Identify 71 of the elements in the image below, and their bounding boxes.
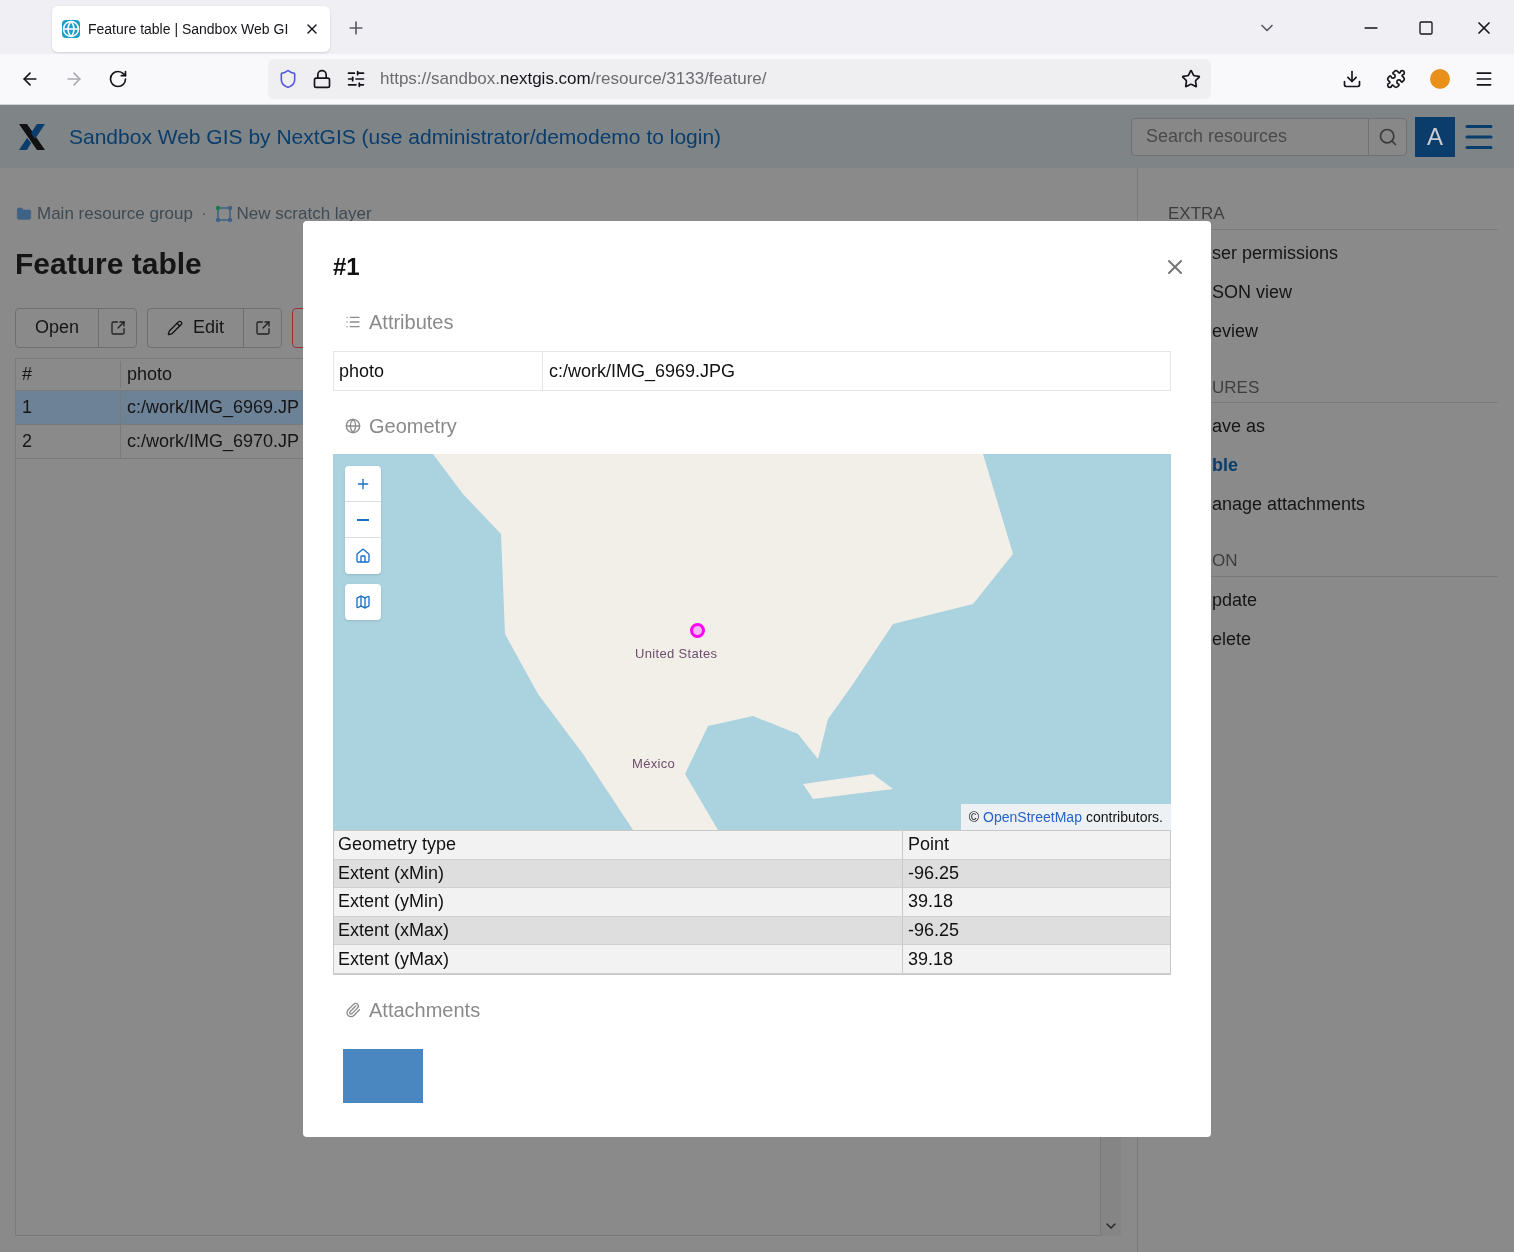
attribution-link[interactable]: OpenStreetMap: [983, 806, 1082, 828]
geometry-value: -96.25: [907, 919, 961, 943]
tab-title: Feature table | Sandbox Web GI: [88, 19, 290, 39]
geometry-property: Geometry type: [334, 831, 903, 859]
section-heading: ON: [1212, 551, 1238, 570]
map-label: México: [632, 755, 676, 773]
geometry-value: 39.18: [907, 890, 955, 914]
map-icon: [355, 594, 371, 610]
download-icon[interactable]: [1342, 69, 1362, 89]
column-header[interactable]: #: [16, 360, 121, 388]
globe-icon: [345, 418, 361, 434]
globe-icon: [62, 20, 80, 38]
list-icon: [345, 314, 361, 330]
paperclip-icon: [345, 1001, 361, 1018]
geometry-property: Extent (yMax): [334, 945, 903, 973]
url-text: https://sandbox.nextgis.com/resource/3133/feature/: [380, 68, 768, 91]
geometry-property: Extent (xMax): [334, 916, 903, 945]
geometry-property: Extent (yMin): [334, 888, 903, 916]
geometry-value: Point: [907, 833, 951, 857]
section-heading: Attachments: [369, 997, 481, 1023]
bookmark-star-icon[interactable]: [1181, 69, 1201, 89]
sidebar-link[interactable]: ave as: [1212, 413, 1498, 440]
map-label: United States: [635, 645, 718, 663]
sidebar-link[interactable]: ser permissions: [1212, 239, 1498, 267]
breadcrumb-separator: ·: [200, 203, 207, 225]
menu-icon[interactable]: [1474, 69, 1494, 89]
search-icon[interactable]: [1377, 126, 1398, 147]
section-heading: URES: [1212, 377, 1260, 397]
logo-icon: [17, 121, 47, 152]
dialog-title: #1: [333, 252, 360, 282]
reload-icon[interactable]: [108, 69, 128, 89]
geometry-property: Extent (xMin): [334, 859, 903, 888]
breadcrumb-link[interactable]: Main resource group: [37, 201, 193, 227]
section-heading: Geometry: [369, 414, 457, 439]
extensions-icon[interactable]: [1386, 69, 1406, 89]
external-link-icon: [254, 319, 271, 336]
geometry-value: 39.18: [907, 947, 955, 971]
app-title[interactable]: Sandbox Web GIS by NextGIS (use administrator/demodemo to login): [69, 120, 1131, 153]
sidebar-link[interactable]: ble: [1212, 452, 1498, 479]
browser-tab[interactable]: Feature table | Sandbox Web GI: [52, 6, 330, 52]
address-bar[interactable]: https://sandbox.nextgis.com/resource/3133/feature/: [268, 59, 1211, 99]
sidebar-link[interactable]: SON view: [1212, 278, 1498, 306]
sidebar-link[interactable]: eview: [1212, 317, 1498, 345]
attribute-name: photo: [334, 352, 543, 390]
extension-icon[interactable]: [1430, 69, 1450, 89]
lock-icon[interactable]: [312, 69, 332, 89]
sidebar-link[interactable]: anage attachments: [1212, 491, 1498, 518]
table-cell-text: c:/work/IMG_6970.JP: [127, 429, 300, 454]
search-field[interactable]: Search resources: [1131, 117, 1407, 156]
avatar-button[interactable]: A: [1415, 116, 1455, 157]
maximize-icon[interactable]: [1418, 20, 1434, 36]
attribute-value: c:/work/IMG_6969.JPG: [548, 359, 737, 384]
search-input[interactable]: Search resources: [1132, 123, 1368, 150]
shield-icon[interactable]: [278, 69, 298, 89]
section-heading: Attributes: [369, 310, 454, 335]
home-icon: [355, 548, 371, 564]
geometry-value: -96.25: [907, 861, 961, 885]
table-cell-text: c:/work/IMG_6969.JP: [127, 395, 300, 420]
basemap-button[interactable]: [345, 584, 381, 620]
section-heading: EXTRA: [1168, 204, 1225, 223]
minus-icon: [357, 518, 369, 521]
external-link-icon: [109, 319, 126, 336]
map[interactable]: United States México © OpenStreetMap contributors.: [333, 454, 1171, 830]
pencil-icon: [167, 319, 184, 336]
polygon-icon: [214, 204, 233, 223]
folder-icon: [15, 205, 33, 222]
map-attribution: © OpenStreetMap contributors.: [960, 804, 1171, 830]
sidebar-link[interactable]: elete: [1212, 625, 1498, 653]
page-title: Feature table: [15, 245, 202, 282]
sidebar-link[interactable]: pdate: [1212, 586, 1498, 614]
permissions-icon[interactable]: [346, 69, 366, 89]
